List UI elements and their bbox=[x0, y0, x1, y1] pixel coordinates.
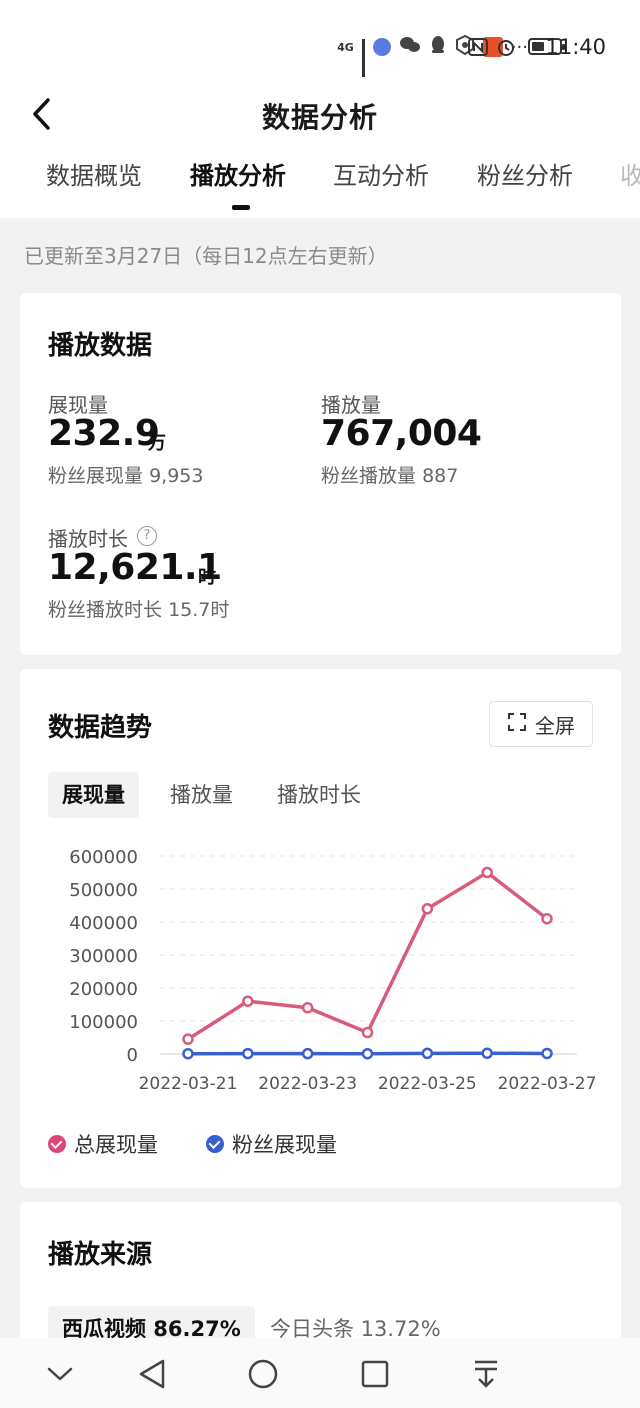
data-point bbox=[541, 912, 553, 925]
plays-value: 767,004 bbox=[321, 413, 482, 454]
data-point bbox=[242, 995, 254, 1007]
y-tick-label: 400000 bbox=[69, 913, 138, 934]
data-point bbox=[421, 903, 434, 915]
fans-duration: 粉丝播放时长 15.7时 bbox=[48, 595, 229, 622]
help-icon[interactable]: ? bbox=[137, 526, 157, 546]
data-point bbox=[301, 1047, 314, 1060]
data-point bbox=[182, 1047, 194, 1060]
tab-fans-analysis[interactable]: 粉丝分析 bbox=[477, 156, 573, 191]
fans-impressions: 粉丝展现量 9,953 bbox=[48, 461, 203, 488]
fans-plays: 粉丝播放量 887 bbox=[321, 461, 458, 488]
play-data-title: 播放数据 bbox=[48, 331, 153, 361]
play-source-title: 播放来源 bbox=[48, 1240, 153, 1270]
data-point bbox=[361, 1047, 374, 1060]
series-line-0 bbox=[187, 870, 549, 1041]
legend-total-marker bbox=[48, 1135, 66, 1153]
y-tick-label: 0 bbox=[127, 1045, 138, 1066]
legend-fans-label: 粉丝展现量 bbox=[232, 1133, 337, 1157]
legend-fans-marker bbox=[206, 1135, 224, 1153]
alarm-icon bbox=[496, 37, 516, 61]
download-arrow-icon[interactable] bbox=[464, 1352, 508, 1396]
update-notice: 已更新至3月27日（每日12点左右更新） bbox=[24, 244, 388, 268]
tab-bar: 数据概览 播放分析 互动分析 粉丝分析 收 bbox=[0, 152, 640, 214]
system-nav-bar bbox=[0, 1338, 640, 1408]
data-point bbox=[481, 1047, 493, 1059]
fullscreen-label: 全屏 bbox=[535, 713, 575, 738]
qq-icon bbox=[429, 35, 447, 59]
x-tick-label: 2022-03-25 bbox=[378, 1074, 477, 1094]
fullscreen-icon bbox=[507, 712, 527, 737]
duration-value: 12,621.1 bbox=[48, 547, 222, 588]
app-header: 数据分析 数据概览 播放分析 互动分析 粉丝分析 收 bbox=[0, 92, 640, 218]
legend-total-label: 总展现量 bbox=[74, 1133, 158, 1157]
fans-plays-label: 粉丝播放量 bbox=[321, 465, 417, 487]
y-tick-label: 600000 bbox=[69, 847, 138, 868]
data-point bbox=[481, 866, 493, 879]
subtab-duration[interactable]: 播放时长 bbox=[263, 772, 375, 818]
fans-duration-label: 粉丝播放时长 bbox=[48, 599, 163, 621]
tab-interaction-analysis[interactable]: 互动分析 bbox=[333, 156, 429, 191]
tab-income-partial[interactable]: 收 bbox=[620, 156, 640, 191]
y-tick-label: 100000 bbox=[69, 1012, 138, 1033]
duration-unit: 时 bbox=[198, 567, 216, 588]
data-point bbox=[242, 1047, 254, 1060]
chevron-down-icon[interactable] bbox=[38, 1352, 82, 1396]
x-tick-label: 2022-03-23 bbox=[258, 1074, 357, 1094]
signal-icon bbox=[361, 39, 365, 77]
trend-chart: 0 100000 200000 300000 400000 500000 600000 202… bbox=[69, 847, 597, 1094]
home-circle-icon[interactable] bbox=[241, 1352, 285, 1396]
legend-total[interactable]: 总展现量 bbox=[48, 1129, 158, 1159]
y-tick-label: 200000 bbox=[69, 979, 138, 1000]
play-source-card: 播放来源 西瓜视频 86.27% 今日头条 13.72% bbox=[20, 1202, 621, 1352]
data-point bbox=[182, 1033, 194, 1045]
status-bar: 4G ··· 11:40 bbox=[0, 0, 640, 92]
back-triangle-icon[interactable] bbox=[130, 1352, 174, 1396]
recent-square-icon[interactable] bbox=[353, 1352, 397, 1396]
network-type: 4G bbox=[337, 40, 354, 54]
tab-overview[interactable]: 数据概览 bbox=[46, 156, 142, 191]
fans-plays-value: 887 bbox=[422, 465, 459, 487]
data-point bbox=[301, 1002, 314, 1014]
data-point bbox=[361, 1026, 374, 1039]
fans-impressions-value: 9,953 bbox=[149, 465, 204, 487]
play-data-card: 播放数据 展现量 232.9 万 粉丝展现量 9,953 播放量 767,004… bbox=[20, 293, 621, 655]
page-title: 数据分析 bbox=[261, 101, 378, 134]
data-point bbox=[541, 1047, 553, 1060]
tab-indicator bbox=[232, 205, 250, 210]
trend-title: 数据趋势 bbox=[48, 713, 153, 743]
tab-play-analysis[interactable]: 播放分析 bbox=[190, 156, 286, 191]
impressions-value: 232.9 bbox=[48, 413, 160, 454]
fans-duration-value: 15.7时 bbox=[168, 599, 230, 621]
fullscreen-button[interactable]: 全屏 bbox=[489, 701, 593, 747]
subtab-impressions[interactable]: 展现量 bbox=[48, 772, 139, 818]
y-tick-label: 500000 bbox=[69, 880, 138, 901]
y-tick-label: 300000 bbox=[69, 946, 138, 967]
clock: 11:40 bbox=[545, 35, 606, 59]
impressions-unit: 万 bbox=[148, 433, 166, 454]
music-icon bbox=[372, 38, 391, 56]
legend-fans[interactable]: 粉丝展现量 bbox=[206, 1129, 337, 1159]
data-point bbox=[421, 1047, 434, 1060]
subtab-plays[interactable]: 播放量 bbox=[156, 772, 247, 818]
x-tick-label: 2022-03-27 bbox=[498, 1074, 597, 1094]
x-tick-label: 2022-03-21 bbox=[139, 1074, 238, 1094]
wechat-icon bbox=[399, 36, 421, 58]
trend-card: 数据趋势 全屏 展现量 播放量 播放时长 0 100000 200000 300000… bbox=[20, 669, 621, 1188]
nfc-icon bbox=[468, 38, 488, 60]
fans-impressions-label: 粉丝展现量 bbox=[48, 465, 144, 487]
